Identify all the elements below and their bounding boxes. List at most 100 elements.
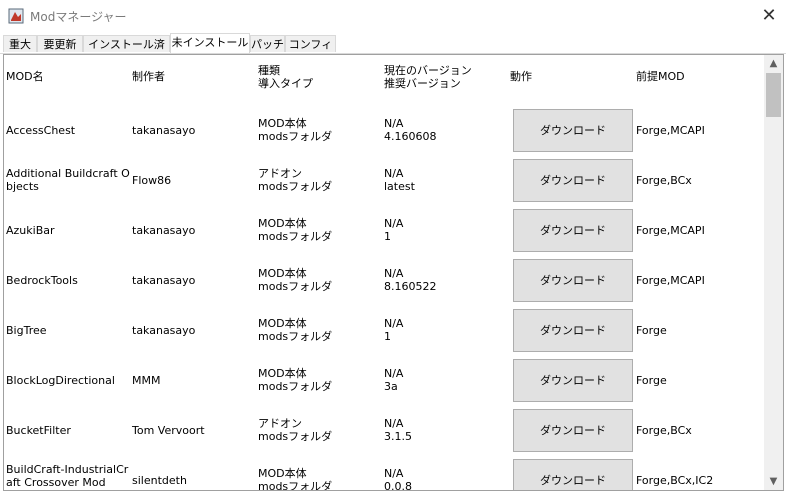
mod-recommended-version: latest (384, 180, 415, 193)
mod-install-type: modsフォルダ (258, 380, 333, 393)
header-kind-label: 種類 (258, 64, 280, 77)
tab-installed[interactable]: インストール済み (83, 35, 170, 68)
mod-kind: アドオン (258, 417, 302, 430)
table-row: BucketFilter Tom Vervoort アドオン modsフォルダ N… (4, 405, 764, 455)
mod-name: Additional Buildcraft Objects (6, 167, 130, 193)
tab-needs-update[interactable]: 要更新 (37, 35, 83, 52)
tab-config[interactable]: コンフィグ (285, 35, 336, 68)
mod-prereq: Forge,BCx (636, 423, 692, 437)
mod-version-cell: N/A 3a (384, 355, 403, 405)
table-row: AccessChest takanasayo MOD本体 modsフォルダ N/A… (4, 105, 764, 155)
mod-author: takanasayo (132, 123, 196, 137)
mod-version-cell: N/A 1 (384, 305, 403, 355)
mod-name: BucketFilter (6, 423, 71, 437)
mod-kind-cell: MOD本体 modsフォルダ (258, 205, 332, 255)
mod-kind-cell: アドオン modsフォルダ (258, 155, 332, 205)
header-action: 動作 (510, 70, 532, 83)
tab-not-installed[interactable]: 未インストール (170, 33, 250, 53)
mod-current-version: N/A (384, 117, 404, 130)
download-button[interactable]: ダウンロード (513, 109, 633, 152)
mod-list-panel: MOD名 制作者 種類 導入タイプ 現在のバージョン 推奨バージョン 動作 前提… (3, 54, 784, 491)
mod-install-type: modsフォルダ (258, 480, 333, 491)
mod-name: BigTree (6, 323, 47, 337)
mod-install-type: modsフォルダ (258, 330, 333, 343)
download-button[interactable]: ダウンロード (513, 359, 633, 402)
scrollbar-thumb[interactable] (766, 73, 781, 117)
header-version: 現在のバージョン 推奨バージョン (384, 64, 472, 90)
mod-version-cell: N/A latest (384, 155, 415, 205)
download-button[interactable]: ダウンロード (513, 409, 633, 452)
mod-author: takanasayo (132, 323, 196, 337)
header-mod-name: MOD名 (6, 70, 44, 83)
mod-version-cell: N/A 1 (384, 205, 403, 255)
mod-kind: MOD本体 (258, 367, 307, 380)
mod-recommended-version: 1 (384, 330, 391, 343)
download-button[interactable]: ダウンロード (513, 259, 633, 302)
mod-prereq: Forge,MCAPI (636, 123, 705, 137)
mod-kind: MOD本体 (258, 217, 307, 230)
mod-prereq: Forge,MCAPI (636, 223, 705, 237)
mod-author: silentdeth (132, 473, 187, 487)
mod-install-type: modsフォルダ (258, 180, 333, 193)
mod-name: BuildCraft-IndustrialCraft Crossover Mod (6, 463, 129, 489)
header-kind: 種類 導入タイプ (258, 64, 313, 90)
header-author: 制作者 (132, 70, 165, 83)
mod-name: BlockLogDirectional (6, 373, 115, 387)
scroll-up-arrow-icon[interactable]: ▲ (764, 55, 783, 72)
mod-recommended-version: 0.0.8 (384, 480, 412, 491)
mod-version-cell: N/A 4.160608 (384, 105, 437, 155)
table-row: BedrockTools takanasayo MOD本体 modsフォルダ N/… (4, 255, 764, 305)
mod-kind-cell: MOD本体 modsフォルダ (258, 305, 332, 355)
table-row: BigTree takanasayo MOD本体 modsフォルダ N/A 1 ダウ… (4, 305, 764, 355)
window-title: Modマネージャー (30, 10, 127, 24)
mod-kind-cell: アドオン modsフォルダ (258, 405, 332, 455)
mod-install-type: modsフォルダ (258, 430, 333, 443)
mod-recommended-version: 8.160522 (384, 280, 437, 293)
mod-name: AccessChest (6, 123, 76, 137)
mod-version-cell: N/A 8.160522 (384, 255, 437, 305)
table-row: BuildCraft-IndustrialCraft Crossover Mod… (4, 455, 764, 491)
mod-recommended-version: 3.1.5 (384, 430, 412, 443)
close-button[interactable]: ✕ (756, 4, 782, 28)
mod-install-type: modsフォルダ (258, 230, 333, 243)
mod-recommended-version: 1 (384, 230, 391, 243)
vertical-scrollbar[interactable]: ▲ ▼ (764, 55, 783, 490)
mod-kind: MOD本体 (258, 267, 307, 280)
mod-author: Tom Vervoort (132, 423, 205, 437)
mod-author: MMM (132, 373, 161, 387)
header-recommended-version-label: 推奨バージョン (384, 77, 461, 90)
header-prereq: 前提MOD (636, 70, 685, 83)
mod-author: takanasayo (132, 273, 196, 287)
mod-install-type: modsフォルダ (258, 130, 333, 143)
table-row: BlockLogDirectional MMM MOD本体 modsフォルダ N/… (4, 355, 764, 405)
mod-kind-cell: MOD本体 modsフォルダ (258, 355, 332, 405)
mod-kind: MOD本体 (258, 467, 307, 480)
mod-kind-cell: MOD本体 modsフォルダ (258, 105, 332, 155)
mod-name: AzukiBar (6, 223, 55, 237)
table-row: Additional Buildcraft Objects Flow86 アドオ… (4, 155, 764, 205)
mod-prereq: Forge,MCAPI (636, 273, 705, 287)
mod-current-version: N/A (384, 317, 404, 330)
mod-current-version: N/A (384, 217, 404, 230)
download-button[interactable]: ダウンロード (513, 459, 633, 490)
download-button[interactable]: ダウンロード (513, 209, 633, 252)
mod-prereq: Forge,BCx (636, 173, 692, 187)
scroll-down-arrow-icon[interactable]: ▼ (764, 473, 783, 490)
download-button[interactable]: ダウンロード (513, 309, 633, 352)
app-icon (8, 8, 24, 24)
mod-kind-cell: MOD本体 modsフォルダ (258, 255, 332, 305)
mod-install-type: modsフォルダ (258, 280, 333, 293)
tab-patch[interactable]: パッチ (250, 35, 285, 52)
mod-current-version: N/A (384, 417, 404, 430)
header-current-version-label: 現在のバージョン (384, 64, 472, 77)
mod-recommended-version: 4.160608 (384, 130, 437, 143)
download-button[interactable]: ダウンロード (513, 159, 633, 202)
header-install-type-label: 導入タイプ (258, 77, 313, 90)
mod-prereq: Forge (636, 373, 667, 387)
mod-current-version: N/A (384, 167, 404, 180)
mod-version-cell: N/A 0.0.8 (384, 455, 412, 491)
mod-current-version: N/A (384, 267, 404, 280)
tab-critical[interactable]: 重大 (3, 35, 37, 52)
mod-prereq: Forge (636, 323, 667, 337)
mod-recommended-version: 3a (384, 380, 398, 393)
